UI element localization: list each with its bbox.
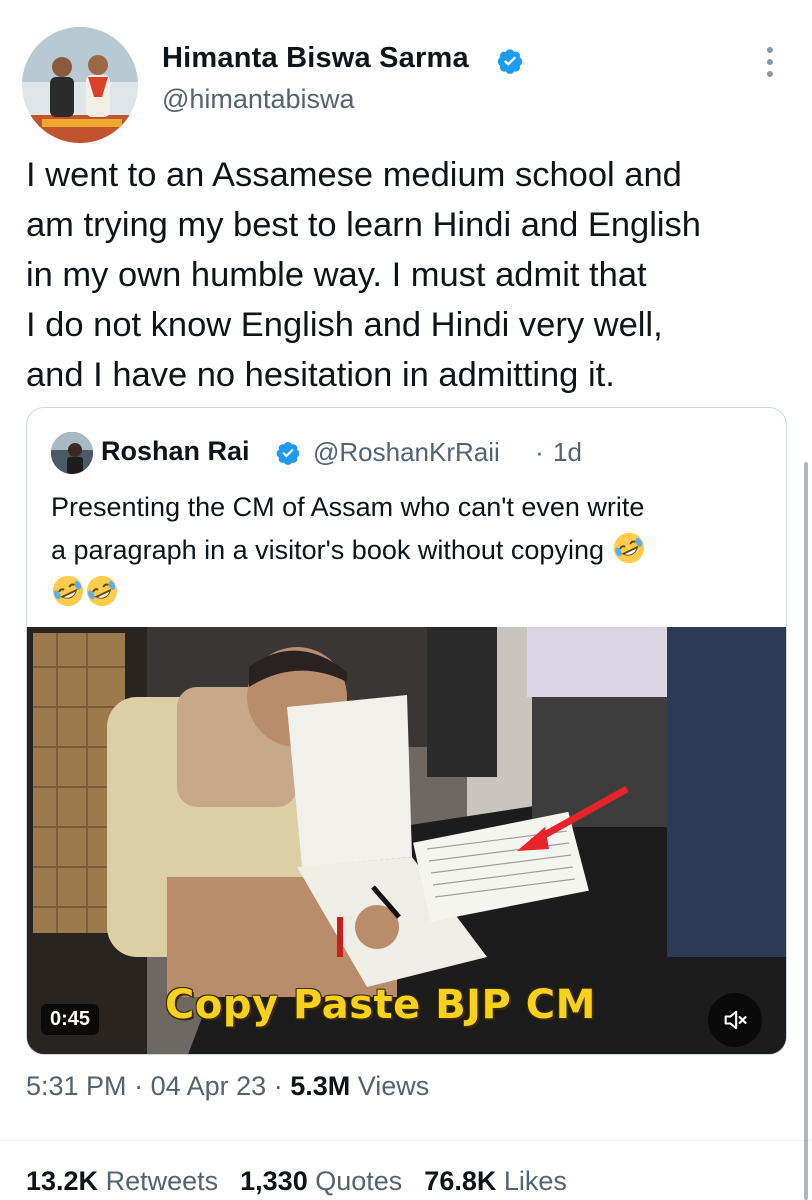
rolling-on-floor-laughing-emoji-icon — [612, 531, 646, 565]
quoted-text-line: a paragraph in a visitor's book without … — [51, 529, 771, 572]
author-avatar[interactable] — [22, 27, 138, 143]
scrollbar[interactable] — [804, 462, 808, 1200]
tweet-meta: 5:31 PM · 04 Apr 23 · 5.3M Views — [26, 1071, 429, 1102]
retweets-count: 13.2K — [26, 1166, 99, 1196]
more-options-icon[interactable] — [757, 44, 783, 80]
quoted-tweet-card[interactable]: Roshan Rai @RoshanKrRaii · 1d Presenting… — [26, 407, 787, 1055]
quoted-timestamp[interactable]: 1d — [553, 437, 582, 468]
tweet-text-line: I went to an Assamese medium school and — [26, 156, 682, 194]
quoted-verified-badge-icon — [276, 442, 300, 465]
quoted-separator: · — [535, 437, 544, 467]
volume-muted-icon[interactable] — [708, 993, 762, 1047]
tweet-text-line: am trying my best to learn Hindi and Eng… — [26, 206, 701, 244]
divider — [0, 1140, 812, 1141]
tweet-text-line: in my own humble way. I must admit that — [26, 256, 647, 294]
tweet-text: I went to an Assamese medium school and … — [26, 150, 796, 400]
views-label: Views — [357, 1071, 430, 1101]
avatar-photo — [22, 27, 138, 143]
quoted-author-name[interactable]: Roshan Rai — [101, 436, 250, 467]
likes-count: 76.8K — [424, 1166, 497, 1196]
author-name[interactable]: Himanta Biswa Sarma — [162, 42, 469, 75]
video-caption: Copy Paste BJP CM — [165, 982, 596, 1028]
video-player[interactable]: Copy Paste BJP CM 0:45 — [27, 627, 786, 1054]
likes-stat[interactable]: 76.8K Likes — [424, 1166, 567, 1197]
verified-badge-icon — [497, 49, 523, 74]
tweet-date[interactable]: 04 Apr 23 — [151, 1071, 267, 1101]
quoted-text-line: Presenting the CM of Assam who can't eve… — [51, 486, 771, 529]
tweet-text-line: I do not know English and Hindi very wel… — [26, 306, 663, 344]
meta-separator: · — [134, 1071, 144, 1101]
video-duration: 0:45 — [41, 1004, 100, 1035]
quoted-author-avatar[interactable] — [51, 432, 93, 474]
tweet-text-line: and I have no hesitation in admitting it… — [26, 356, 615, 394]
quoted-text-content: Presenting the CM of Assam who can't eve… — [51, 492, 645, 522]
rolling-on-floor-laughing-emoji-icon — [51, 574, 85, 608]
retweets-label: Retweets — [105, 1166, 219, 1196]
likes-label: Likes — [503, 1166, 567, 1196]
rolling-on-floor-laughing-emoji-icon — [85, 574, 119, 608]
quoted-author-handle[interactable]: @RoshanKrRaii — [313, 437, 500, 468]
quotes-stat[interactable]: 1,330 Quotes — [240, 1166, 402, 1197]
engagement-stats: 13.2K Retweets 1,330 Quotes 76.8K Likes — [26, 1166, 567, 1197]
quoted-tweet-text: Presenting the CM of Assam who can't eve… — [51, 486, 771, 615]
quoted-text-line — [51, 572, 771, 615]
quoted-text-content: a paragraph in a visitor's book without … — [51, 535, 604, 565]
quoted-avatar-photo — [51, 432, 93, 474]
views-count: 5.3M — [290, 1071, 351, 1101]
tweet-time[interactable]: 5:31 PM — [26, 1071, 127, 1101]
retweets-stat[interactable]: 13.2K Retweets — [26, 1166, 218, 1197]
meta-separator: · — [273, 1071, 283, 1101]
quotes-label: Quotes — [315, 1166, 403, 1196]
quotes-count: 1,330 — [240, 1166, 308, 1196]
tweet-header: Himanta Biswa Sarma @himantabiswa — [0, 0, 812, 143]
author-handle[interactable]: @himantabiswa — [162, 84, 355, 115]
